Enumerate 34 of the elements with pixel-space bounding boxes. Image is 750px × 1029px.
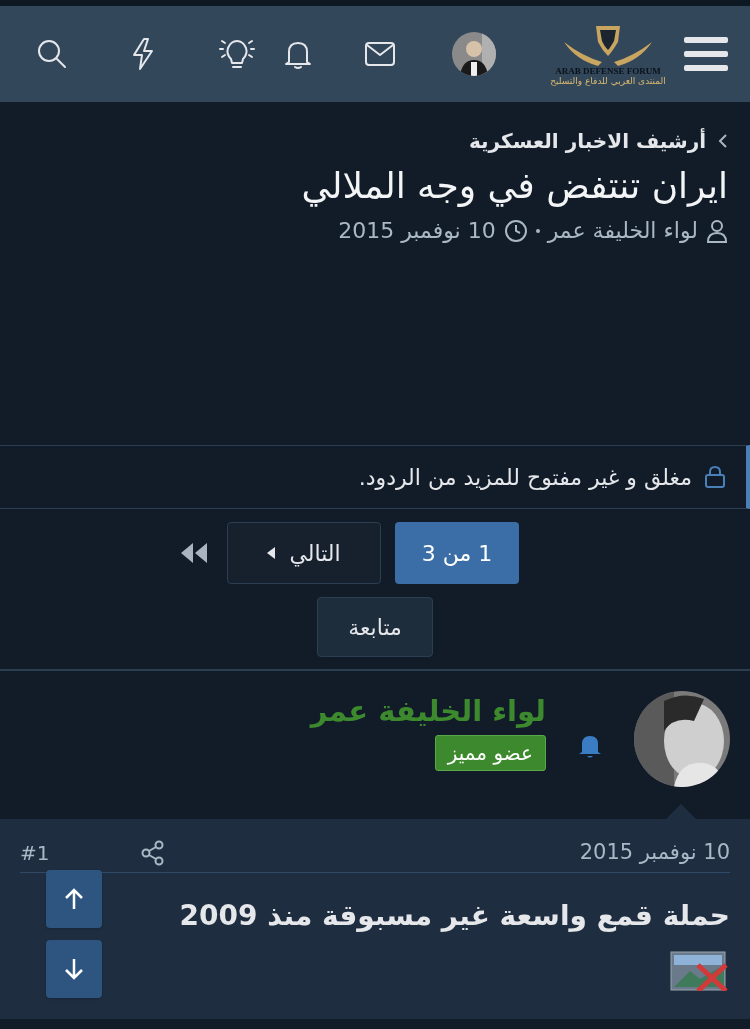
scroll-up-button[interactable] <box>46 870 102 928</box>
search-icon[interactable] <box>36 38 68 70</box>
follow-button[interactable]: متابعة <box>317 597 433 657</box>
last-page-icon[interactable] <box>181 543 207 563</box>
up-arrow-icon <box>63 887 85 911</box>
scroll-down-button[interactable] <box>46 940 102 998</box>
logo-text: ARAB DEFENSE FORUM <box>555 65 661 76</box>
post-number[interactable]: #1 <box>20 837 50 868</box>
notice-text: مغلق و غير مفتوح للمزيد من الردود. <box>358 463 692 492</box>
user-icon <box>706 218 728 243</box>
thread-date: 10 نوفمبر 2015 <box>338 217 496 245</box>
down-arrow-icon <box>63 957 85 981</box>
logo-subtext: المنتدى العربي للدفاع والتسليح <box>550 75 666 87</box>
thread-author[interactable]: لواء الخليفة عمر <box>547 214 698 247</box>
thread-title: ايران تنتفض في وجه الملالي <box>300 164 728 209</box>
post-heading: حملة قمع واسعة غير مسبوقة منذ 2009 <box>179 898 730 934</box>
mail-icon[interactable] <box>364 41 396 67</box>
lightbulb-icon[interactable] <box>218 37 256 71</box>
post-date: 10 نوفمبر 2015 <box>579 838 730 866</box>
lightning-icon[interactable] <box>130 37 156 71</box>
bell-icon[interactable] <box>578 733 602 759</box>
share-icon[interactable] <box>141 839 166 866</box>
user-badge: عضو مميز <box>434 735 546 771</box>
next-button[interactable]: التالي <box>227 522 381 584</box>
post-author[interactable]: لواء الخليفة عمر <box>310 691 546 731</box>
menu-icon[interactable] <box>684 34 728 74</box>
separator-dot-icon <box>535 228 540 233</box>
broken-image-icon <box>670 951 728 991</box>
clock-icon <box>503 218 528 243</box>
breadcrumb-link[interactable]: أرشيف الاخبار العسكرية <box>469 126 706 156</box>
caret-icon <box>267 547 276 559</box>
chevron-icon <box>718 133 728 149</box>
lock-icon <box>704 465 726 489</box>
page-button[interactable]: 1 من 3 <box>395 522 519 584</box>
